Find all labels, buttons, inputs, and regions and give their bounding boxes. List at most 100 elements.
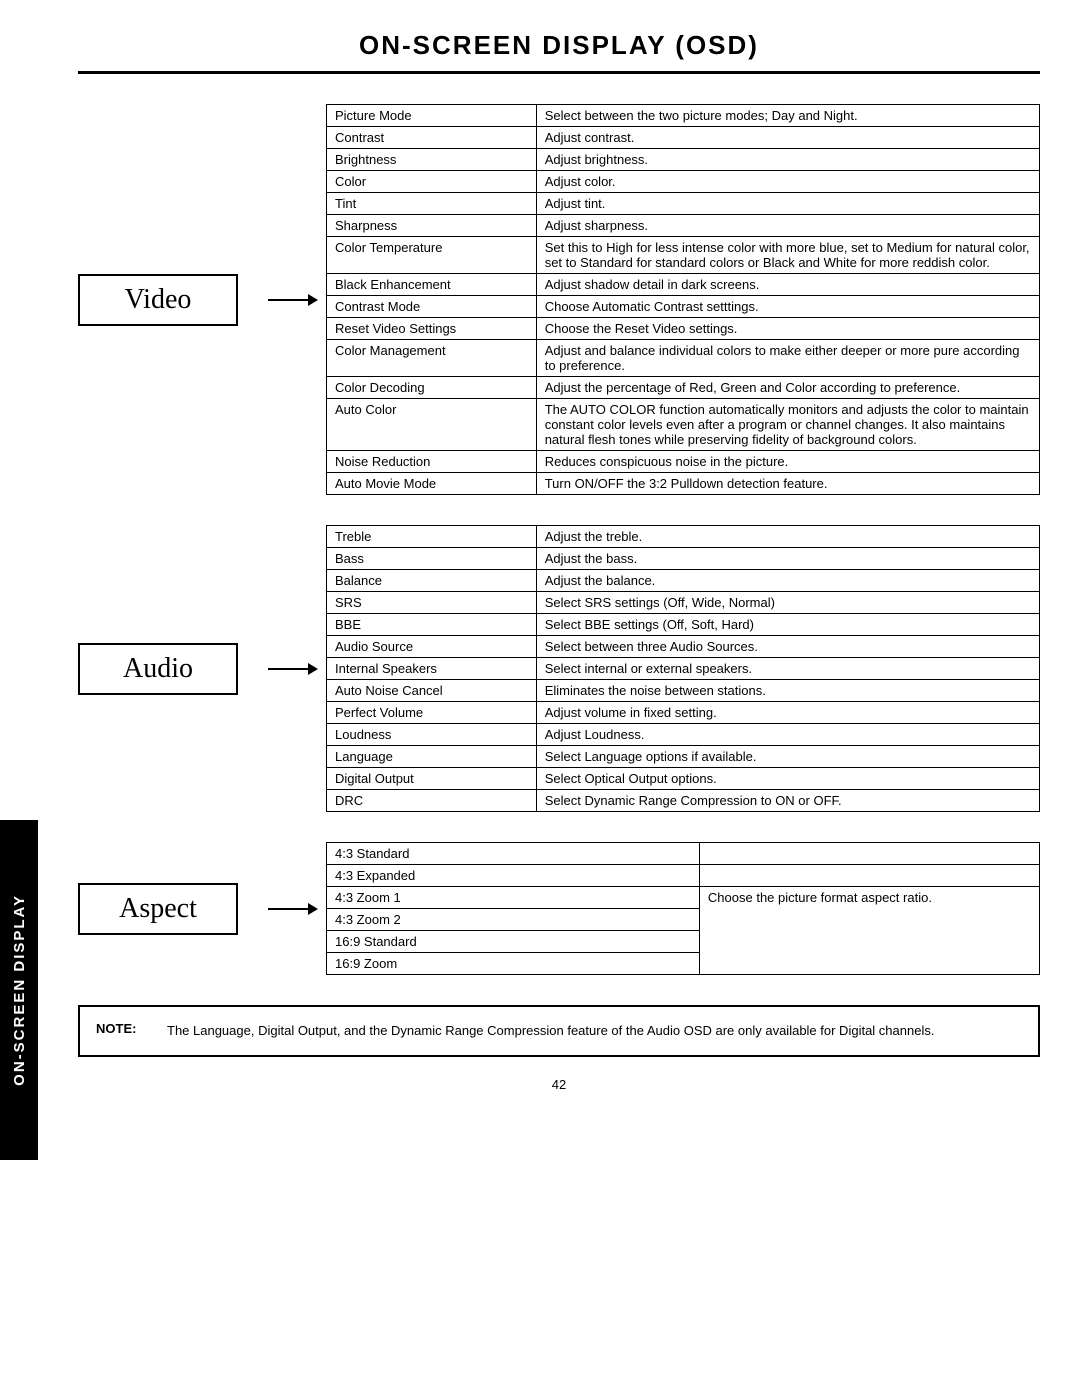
page-number: 42 xyxy=(78,1077,1040,1092)
arrow-aspect xyxy=(268,903,318,915)
table-row: Noise ReductionReduces conspicuous noise… xyxy=(327,451,1040,473)
table-cell-desc: Reduces conspicuous noise in the picture… xyxy=(536,451,1039,473)
table-row: BassAdjust the bass. xyxy=(327,548,1040,570)
section-label-text-aspect: Aspect xyxy=(119,893,197,925)
table-row: Black EnhancementAdjust shadow detail in… xyxy=(327,274,1040,296)
table-cell-item: 4:3 Standard xyxy=(327,843,700,865)
page-title: ON-SCREEN DISPLAY (OSD) xyxy=(78,30,1040,74)
table-cell-item: 4:3 Expanded xyxy=(327,865,700,887)
table-row: Color DecodingAdjust the percentage of R… xyxy=(327,377,1040,399)
table-cell-desc: Adjust volume in fixed setting. xyxy=(536,702,1039,724)
table-cell-desc: Select internal or external speakers. xyxy=(536,658,1039,680)
table-cell-desc: Choose the picture format aspect ratio. xyxy=(699,887,1039,975)
table-row: LanguageSelect Language options if avail… xyxy=(327,746,1040,768)
table-cell-desc: Set this to High for less intense color … xyxy=(536,237,1039,274)
table-cell-item: Tint xyxy=(327,193,537,215)
table-cell-desc: Select between the two picture modes; Da… xyxy=(536,105,1039,127)
table-row: SharpnessAdjust sharpness. xyxy=(327,215,1040,237)
table-cell-item: Auto Noise Cancel xyxy=(327,680,537,702)
section-label-video: Video xyxy=(78,274,238,326)
table-row: BBESelect BBE settings (Off, Soft, Hard) xyxy=(327,614,1040,636)
table-cell-item: BBE xyxy=(327,614,537,636)
table-cell-desc: Turn ON/OFF the 3:2 Pulldown detection f… xyxy=(536,473,1039,495)
table-cell-item: Digital Output xyxy=(327,768,537,790)
table-cell-desc: Adjust the balance. xyxy=(536,570,1039,592)
table-audio: TrebleAdjust the treble.BassAdjust the b… xyxy=(326,525,1040,812)
table-cell-item: 4:3 Zoom 2 xyxy=(327,909,700,931)
table-cell-item: Balance xyxy=(327,570,537,592)
note-box: NOTE: The Language, Digital Output, and … xyxy=(78,1005,1040,1057)
table-cell-desc: Adjust contrast. xyxy=(536,127,1039,149)
table-cell-item: Reset Video Settings xyxy=(327,318,537,340)
table-row: Auto ColorThe AUTO COLOR function automa… xyxy=(327,399,1040,451)
table-cell-desc: Select Dynamic Range Compression to ON o… xyxy=(536,790,1039,812)
table-cell-item: Contrast xyxy=(327,127,537,149)
table-cell-desc: Adjust brightness. xyxy=(536,149,1039,171)
table-row: BrightnessAdjust brightness. xyxy=(327,149,1040,171)
table-row: Picture ModeSelect between the two pictu… xyxy=(327,105,1040,127)
table-cell-item: 16:9 Standard xyxy=(327,931,700,953)
table-cell-item: Auto Color xyxy=(327,399,537,451)
table-cell-desc: Adjust the percentage of Red, Green and … xyxy=(536,377,1039,399)
table-cell-desc: Adjust tint. xyxy=(536,193,1039,215)
table-row: BalanceAdjust the balance. xyxy=(327,570,1040,592)
arrow-audio xyxy=(268,663,318,675)
table-cell-desc: Adjust shadow detail in dark screens. xyxy=(536,274,1039,296)
section-label-aspect: Aspect xyxy=(78,883,238,935)
table-cell-desc: Select SRS settings (Off, Wide, Normal) xyxy=(536,592,1039,614)
table-cell-desc: Adjust color. xyxy=(536,171,1039,193)
table-cell-desc: Choose Automatic Contrast setttings. xyxy=(536,296,1039,318)
section-audio: AudioTrebleAdjust the treble.BassAdjust … xyxy=(78,525,1040,812)
table-row: 4:3 Expanded xyxy=(327,865,1040,887)
table-row: Digital OutputSelect Optical Output opti… xyxy=(327,768,1040,790)
note-text: The Language, Digital Output, and the Dy… xyxy=(167,1021,934,1041)
table-cell-desc: Select Optical Output options. xyxy=(536,768,1039,790)
table-cell-item: Color Temperature xyxy=(327,237,537,274)
table-cell-desc: Select between three Audio Sources. xyxy=(536,636,1039,658)
table-cell-desc: Choose the Reset Video settings. xyxy=(536,318,1039,340)
table-row: TintAdjust tint. xyxy=(327,193,1040,215)
table-cell-item: Perfect Volume xyxy=(327,702,537,724)
table-cell-desc: Select Language options if available. xyxy=(536,746,1039,768)
table-cell-desc: Select BBE settings (Off, Soft, Hard) xyxy=(536,614,1039,636)
table-cell-item: DRC xyxy=(327,790,537,812)
table-cell-item: Black Enhancement xyxy=(327,274,537,296)
table-video: Picture ModeSelect between the two pictu… xyxy=(326,104,1040,495)
table-aspect: 4:3 Standard4:3 Expanded4:3 Zoom 1Choose… xyxy=(326,842,1040,975)
page-container: ON-SCREEN DISPLAY ON-SCREEN DISPLAY (OSD… xyxy=(0,0,1080,1397)
table-row: 4:3 Zoom 1Choose the picture format aspe… xyxy=(327,887,1040,909)
table-cell-desc: The AUTO COLOR function automatically mo… xyxy=(536,399,1039,451)
table-cell-desc xyxy=(699,843,1039,865)
table-cell-item: Color Decoding xyxy=(327,377,537,399)
table-cell-desc: Adjust and balance individual colors to … xyxy=(536,340,1039,377)
table-cell-item: Auto Movie Mode xyxy=(327,473,537,495)
table-cell-desc: Adjust the treble. xyxy=(536,526,1039,548)
table-cell-item: SRS xyxy=(327,592,537,614)
section-label-text-video: Video xyxy=(125,284,192,316)
table-cell-desc xyxy=(699,865,1039,887)
table-row: ContrastAdjust contrast. xyxy=(327,127,1040,149)
sidebar-label: ON-SCREEN DISPLAY xyxy=(0,820,38,1160)
table-row: SRSSelect SRS settings (Off, Wide, Norma… xyxy=(327,592,1040,614)
table-cell-item: Picture Mode xyxy=(327,105,537,127)
table-row: Color ManagementAdjust and balance indiv… xyxy=(327,340,1040,377)
table-cell-desc: Adjust the bass. xyxy=(536,548,1039,570)
table-cell-desc: Adjust Loudness. xyxy=(536,724,1039,746)
table-row: Internal SpeakersSelect internal or exte… xyxy=(327,658,1040,680)
table-cell-item: Language xyxy=(327,746,537,768)
table-cell-item: Sharpness xyxy=(327,215,537,237)
table-row: Color TemperatureSet this to High for le… xyxy=(327,237,1040,274)
table-cell-item: Color Management xyxy=(327,340,537,377)
table-row: Auto Noise CancelEliminates the noise be… xyxy=(327,680,1040,702)
table-row: LoudnessAdjust Loudness. xyxy=(327,724,1040,746)
table-cell-item: Treble xyxy=(327,526,537,548)
table-cell-item: Bass xyxy=(327,548,537,570)
table-cell-item: Brightness xyxy=(327,149,537,171)
table-cell-item: Internal Speakers xyxy=(327,658,537,680)
table-cell-item: Noise Reduction xyxy=(327,451,537,473)
table-row: DRCSelect Dynamic Range Compression to O… xyxy=(327,790,1040,812)
table-row: Auto Movie ModeTurn ON/OFF the 3:2 Pulld… xyxy=(327,473,1040,495)
arrow-video xyxy=(268,294,318,306)
section-label-text-audio: Audio xyxy=(123,653,193,685)
table-row: TrebleAdjust the treble. xyxy=(327,526,1040,548)
